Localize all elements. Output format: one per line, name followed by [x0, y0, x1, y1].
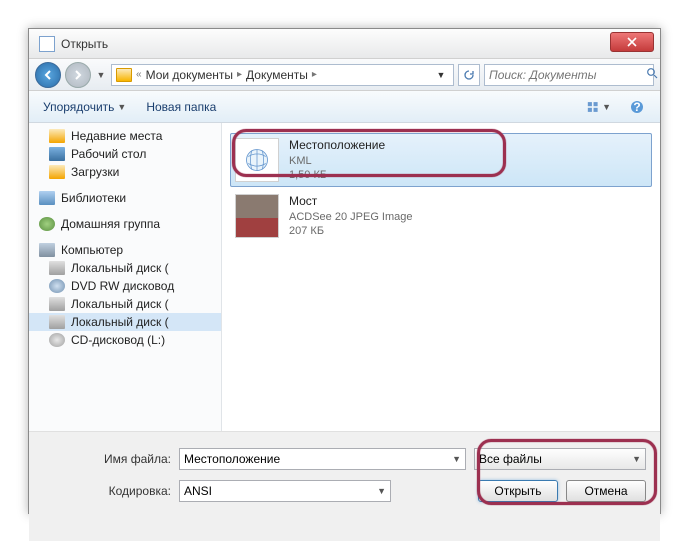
filename-value: Местоположение — [184, 452, 280, 466]
refresh-icon — [463, 69, 475, 81]
tree-recent-places[interactable]: Недавние места — [29, 127, 221, 145]
view-icon — [587, 100, 600, 114]
globe-icon — [243, 146, 271, 174]
file-thumb-kml — [235, 138, 279, 182]
chevron-down-icon[interactable]: ▼ — [452, 454, 461, 464]
tree-computer[interactable]: Компьютер — [29, 241, 221, 259]
breadcrumb-item[interactable]: Документы — [246, 68, 308, 82]
breadcrumb-sep[interactable]: « — [136, 69, 142, 80]
tree-libraries[interactable]: Библиотеки — [29, 189, 221, 207]
forward-arrow-icon — [72, 69, 84, 81]
nav-tree[interactable]: Недавние места Рабочий стол Загрузки Биб… — [29, 123, 222, 431]
file-type: ACDSee 20 JPEG Image — [289, 210, 413, 224]
file-size: 207 КБ — [289, 224, 413, 238]
chevron-down-icon: ▼ — [377, 486, 386, 496]
file-size: 1,50 КБ — [289, 168, 385, 182]
file-item-image[interactable]: Мост ACDSee 20 JPEG Image 207 КБ — [230, 189, 652, 243]
forward-button[interactable] — [65, 62, 91, 88]
encoding-value: ANSI — [184, 484, 212, 498]
refresh-button[interactable] — [458, 64, 480, 86]
app-icon — [39, 36, 55, 52]
file-item-kml[interactable]: Местоположение KML 1,50 КБ — [230, 133, 652, 187]
file-name: Местоположение — [289, 138, 385, 154]
file-type: KML — [289, 154, 385, 168]
navbar: ▼ « Мои документы ▸ Документы ▸ ▼ — [29, 59, 660, 91]
back-button[interactable] — [35, 62, 61, 88]
toolbar: Упорядочить▼ Новая папка ▼ ? — [29, 91, 660, 123]
cancel-button[interactable]: Отмена — [566, 480, 646, 502]
filter-value: Все файлы — [479, 452, 542, 466]
breadcrumb-sep[interactable]: ▸ — [312, 69, 317, 80]
tree-downloads[interactable]: Загрузки — [29, 163, 221, 181]
window-title: Открыть — [61, 37, 108, 51]
file-type-filter[interactable]: Все файлы ▼ — [474, 448, 646, 470]
tree-disk[interactable]: Локальный диск ( — [29, 259, 221, 277]
nav-history-dropdown[interactable]: ▼ — [95, 65, 107, 85]
filename-input[interactable]: Местоположение ▼ — [179, 448, 466, 470]
search-icon[interactable] — [646, 67, 658, 82]
titlebar: Открыть — [29, 29, 660, 59]
chevron-down-icon: ▼ — [632, 454, 641, 464]
file-thumb-image — [235, 194, 279, 238]
file-info: Местоположение KML 1,50 КБ — [289, 138, 385, 182]
address-dropdown[interactable]: ▼ — [433, 70, 449, 80]
open-file-dialog: Открыть ▼ « Мои документы ▸ Документы ▸ … — [28, 28, 661, 514]
search-box[interactable] — [484, 64, 654, 86]
tree-homegroup[interactable]: Домашняя группа — [29, 215, 221, 233]
close-button[interactable] — [610, 32, 654, 52]
address-bar[interactable]: « Мои документы ▸ Документы ▸ ▼ — [111, 64, 454, 86]
tree-disk[interactable]: Локальный диск ( — [29, 313, 221, 331]
help-icon: ? — [630, 100, 644, 114]
file-list[interactable]: Местоположение KML 1,50 КБ Мост ACDSee 2… — [222, 123, 660, 431]
tree-disk[interactable]: Локальный диск ( — [29, 295, 221, 313]
back-arrow-icon — [42, 69, 54, 81]
dialog-footer: Имя файла: Местоположение ▼ Все файлы ▼ … — [29, 431, 660, 541]
breadcrumb-item[interactable]: Мои документы — [146, 68, 233, 82]
view-options-button[interactable]: ▼ — [586, 96, 612, 118]
tree-desktop[interactable]: Рабочий стол — [29, 145, 221, 163]
open-button[interactable]: Открыть — [478, 480, 558, 502]
encoding-label: Кодировка: — [43, 484, 171, 498]
folder-icon — [116, 68, 132, 82]
encoding-select[interactable]: ANSI ▼ — [179, 480, 391, 502]
dialog-body: Недавние места Рабочий стол Загрузки Биб… — [29, 123, 660, 431]
tree-disk[interactable]: DVD RW дисковод — [29, 277, 221, 295]
tree-disk[interactable]: CD-дисковод (L:) — [29, 331, 221, 349]
svg-text:?: ? — [633, 100, 640, 114]
new-folder-button[interactable]: Новая папка — [142, 97, 220, 117]
organize-button[interactable]: Упорядочить▼ — [39, 97, 130, 117]
search-input[interactable] — [489, 68, 646, 82]
filename-label: Имя файла: — [43, 452, 171, 466]
breadcrumb-sep[interactable]: ▸ — [237, 69, 242, 80]
file-name: Мост — [289, 194, 413, 210]
close-icon — [627, 37, 637, 47]
file-info: Мост ACDSee 20 JPEG Image 207 КБ — [289, 194, 413, 238]
help-button[interactable]: ? — [624, 96, 650, 118]
